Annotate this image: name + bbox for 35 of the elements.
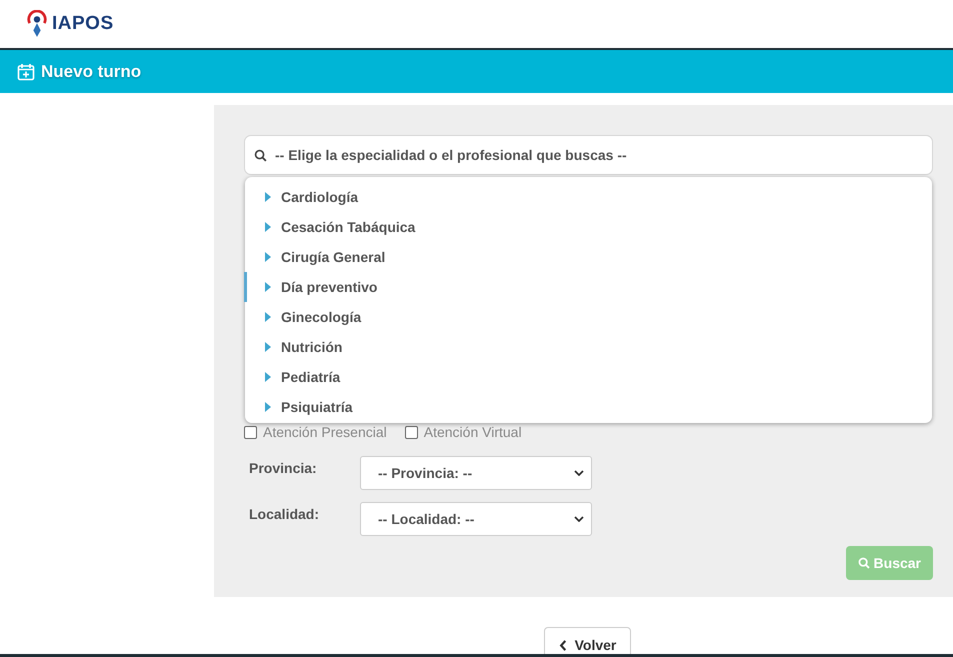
caret-icon bbox=[265, 342, 271, 352]
logo-text: IAPOS bbox=[52, 13, 114, 35]
dropdown-item[interactable]: Cardiología bbox=[244, 182, 932, 212]
caret-icon bbox=[265, 312, 271, 322]
checkbox[interactable] bbox=[244, 426, 257, 438]
dropdown-item[interactable]: Cesación Tabáquica bbox=[244, 212, 932, 242]
dropdown-item[interactable]: Pediatría bbox=[244, 362, 932, 392]
chevron-icon bbox=[574, 516, 584, 522]
chevron-icon bbox=[574, 470, 584, 476]
logo-icon bbox=[26, 10, 48, 38]
dropdown-item[interactable]: Día preventivo bbox=[244, 272, 932, 302]
dropdown-item[interactable]: Psiquiatría bbox=[244, 392, 932, 422]
select-field[interactable]: -- Localidad: -- bbox=[360, 502, 592, 536]
caret-icon bbox=[265, 402, 271, 412]
search-icon bbox=[254, 149, 267, 162]
calendar-icon bbox=[17, 62, 35, 80]
caret-icon bbox=[265, 252, 271, 262]
back-button[interactable]: Volver bbox=[544, 627, 632, 654]
checkbox[interactable] bbox=[404, 426, 418, 438]
checkbox-label: Atención Virtual bbox=[424, 424, 522, 440]
chevron-left-icon bbox=[558, 640, 567, 650]
dropdown-item[interactable]: Ginecología bbox=[244, 302, 932, 332]
caret-icon bbox=[265, 192, 271, 202]
page-title: Nuevo turno bbox=[41, 62, 142, 82]
dropdown-item[interactable]: Nutrición bbox=[244, 332, 932, 362]
checkbox-label: Atención Presencial bbox=[263, 424, 387, 440]
field-label: Provincia: bbox=[248, 460, 318, 476]
caret-icon bbox=[265, 282, 271, 292]
dropdown-item[interactable]: Cirugía General bbox=[244, 242, 932, 272]
search-field[interactable]: -- Elige la especialidad o el profesional que buscas -- bbox=[244, 135, 933, 175]
select-field[interactable]: -- Provincia: -- bbox=[360, 456, 592, 490]
caret-icon bbox=[265, 372, 271, 382]
caret-icon bbox=[265, 222, 271, 232]
search-icon bbox=[858, 557, 870, 569]
field-label: Localidad: bbox=[248, 506, 320, 522]
